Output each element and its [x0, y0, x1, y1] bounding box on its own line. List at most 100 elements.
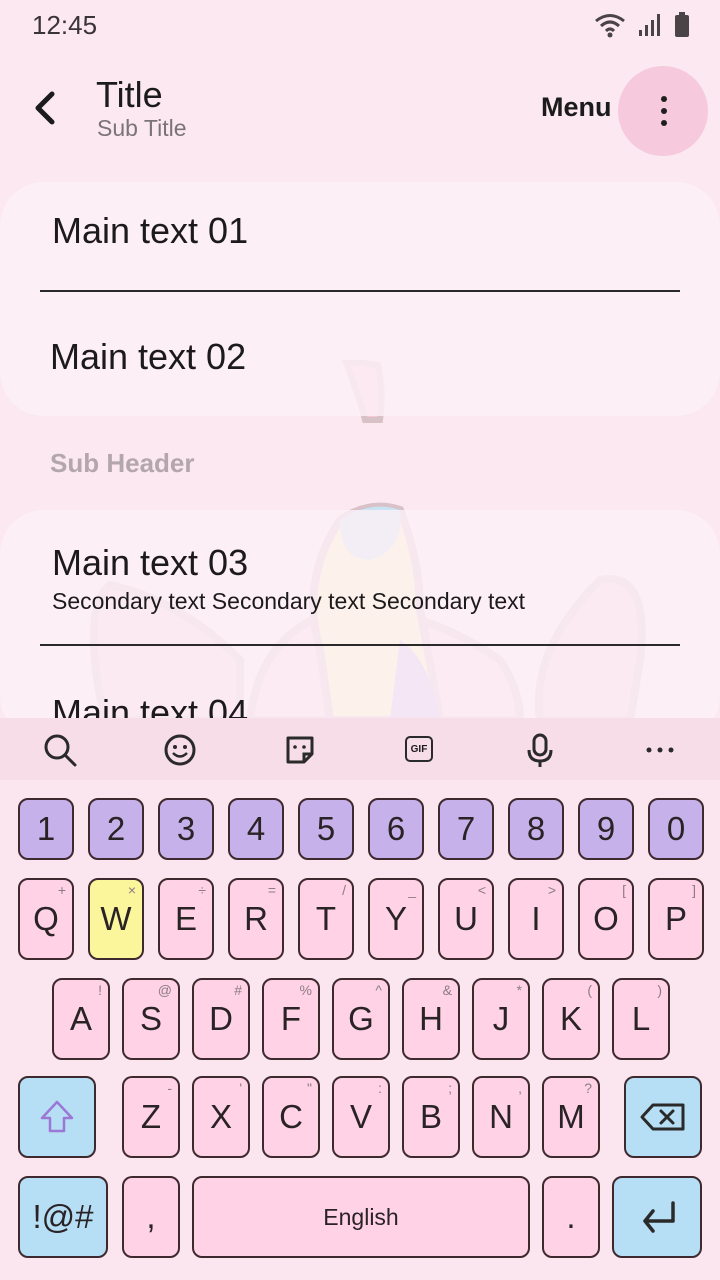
key-j[interactable]: * J: [472, 978, 530, 1060]
key-hint: @: [157, 982, 172, 998]
key-k[interactable]: (K: [542, 978, 600, 1060]
page-subtitle: Sub Title: [97, 115, 187, 141]
key-8[interactable]: 8: [508, 798, 564, 860]
menu-button[interactable]: Menu: [541, 92, 612, 123]
status-bar: 12:45: [0, 0, 720, 52]
list-item-main-text-02[interactable]: Main text 02: [50, 336, 246, 378]
list-item-main-text-01[interactable]: Main text 01: [52, 210, 248, 252]
key-c[interactable]: " C: [262, 1076, 320, 1158]
key-1[interactable]: 1: [18, 798, 74, 860]
emoji-icon[interactable]: [160, 730, 200, 770]
key-label: L: [631, 1000, 651, 1037]
more-vert-icon: [661, 96, 667, 102]
key-label: Q: [33, 900, 59, 937]
enter-key[interactable]: [612, 1176, 702, 1258]
key-x[interactable]: ' X: [192, 1076, 250, 1158]
key-p[interactable]: ] P: [648, 878, 704, 960]
key-4[interactable]: 4: [228, 798, 284, 860]
key-label: B: [419, 1098, 442, 1135]
key-label: P: [664, 900, 687, 937]
key-3[interactable]: 3: [158, 798, 214, 860]
key-i[interactable]: > I: [508, 878, 564, 960]
key-label: 3: [176, 810, 196, 847]
key-o[interactable]: [O: [578, 878, 634, 960]
key-label: 8: [526, 810, 546, 847]
key-t[interactable]: / T: [298, 878, 354, 960]
key-label: D: [209, 1000, 233, 1037]
key-s[interactable]: @ S: [122, 978, 180, 1060]
key-label: 4: [246, 810, 266, 847]
key-b[interactable]: ; B: [402, 1076, 460, 1158]
list-item-secondary-text: Secondary text Secondary text Secondary …: [52, 588, 526, 614]
sticker-icon[interactable]: [280, 730, 320, 770]
key-hint: *: [516, 982, 522, 998]
search-icon[interactable]: [40, 730, 80, 770]
key-z[interactable]: -Z: [122, 1076, 180, 1158]
keyboard: GIF 1 2 3 4 5 6 7 8 9 0 + Q × W ÷ E = R / T _ Y < U > I[O] P! A @ S # D…: [0, 718, 720, 1280]
key-r[interactable]: = R: [228, 878, 284, 960]
comma-key[interactable]: ,: [122, 1176, 180, 1258]
key-label: Y: [384, 900, 407, 937]
symbols-key[interactable]: !@#: [18, 1176, 108, 1258]
key-w[interactable]: × W: [88, 878, 144, 960]
key-hint: ÷: [198, 882, 206, 898]
more-icon[interactable]: [640, 730, 680, 770]
key-9[interactable]: 9: [578, 798, 634, 860]
space-key[interactable]: English: [192, 1176, 530, 1258]
key-g[interactable]: ^ G: [332, 978, 390, 1060]
mic-icon[interactable]: [520, 730, 560, 770]
gif-icon[interactable]: GIF: [400, 730, 440, 770]
key-label: .: [566, 1198, 576, 1235]
more-options-button[interactable]: [618, 66, 708, 156]
key-h[interactable]: & H: [402, 978, 460, 1060]
key-label: X: [209, 1098, 232, 1135]
key-hint: +: [57, 882, 66, 898]
key-hint: :: [378, 1080, 382, 1096]
key-y[interactable]: _ Y: [368, 878, 424, 960]
list-item-main-text-03[interactable]: Main text 03: [52, 542, 248, 584]
key-l[interactable]: ) L: [612, 978, 670, 1060]
key-label: H: [419, 1000, 443, 1037]
key-6[interactable]: 6: [368, 798, 424, 860]
key-v[interactable]: :V: [332, 1076, 390, 1158]
shift-key[interactable]: [18, 1076, 96, 1158]
key-d[interactable]: # D: [192, 978, 250, 1060]
wifi-icon: [595, 14, 625, 38]
key-hint: ;: [448, 1080, 452, 1096]
key-0[interactable]: 0: [648, 798, 704, 860]
key-hint: &: [442, 982, 452, 998]
key-5[interactable]: 5: [298, 798, 354, 860]
key-label: W: [100, 900, 132, 937]
key-hint: ,: [518, 1080, 522, 1096]
key-label: 7: [456, 810, 476, 847]
key-label: O: [593, 900, 619, 937]
keyboard-toolbar: GIF: [0, 718, 720, 780]
signal-icon: [639, 14, 660, 36]
key-label: 2: [106, 810, 126, 847]
key-label: 9: [596, 810, 616, 847]
key-m[interactable]: ? M: [542, 1076, 600, 1158]
list-card-1: Main text 01 Main text 02: [0, 182, 720, 416]
key-label: 6: [386, 810, 406, 847]
key-label: !@#: [32, 1198, 94, 1235]
back-arrow-icon[interactable]: [28, 86, 64, 130]
key-u[interactable]: < U: [438, 878, 494, 960]
status-icons: [594, 12, 690, 38]
key-7[interactable]: 7: [438, 798, 494, 860]
key-hint: [: [622, 882, 626, 898]
key-hint: ×: [127, 882, 136, 898]
backspace-key[interactable]: [624, 1076, 702, 1158]
key-2[interactable]: 2: [88, 798, 144, 860]
status-time: 12:45: [32, 10, 98, 40]
key-label: J: [492, 1000, 510, 1037]
key-n[interactable]: ,N: [472, 1076, 530, 1158]
key-e[interactable]: ÷ E: [158, 878, 214, 960]
key-label: E: [174, 900, 197, 937]
key-label: I: [531, 900, 541, 937]
key-hint: (: [587, 982, 592, 998]
key-f[interactable]: % F: [262, 978, 320, 1060]
key-a[interactable]: ! A: [52, 978, 110, 1060]
key-label: N: [489, 1098, 513, 1135]
key-q[interactable]: + Q: [18, 878, 74, 960]
period-key[interactable]: .: [542, 1176, 600, 1258]
